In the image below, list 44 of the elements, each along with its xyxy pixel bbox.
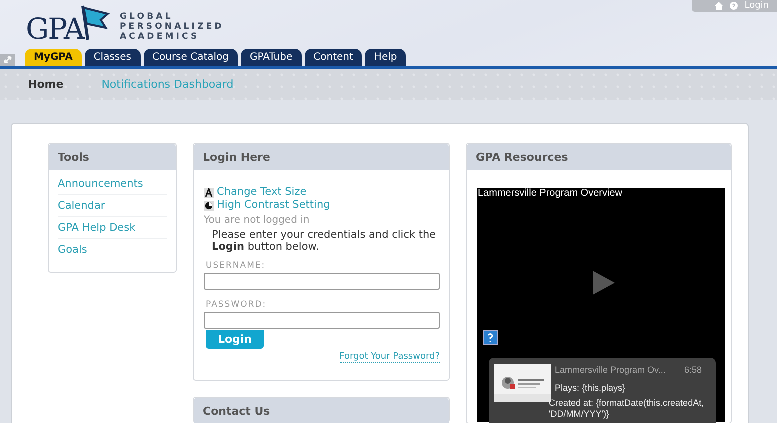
login-button[interactable]: Login — [206, 330, 264, 349]
home-icon[interactable] — [714, 2, 723, 10]
video-card[interactable]: Lammersville Program Ov... 6:58 Plays: {this.plays} Created at: {formatDate(this.createdAt, 'DD/MM/YYY')} — [489, 358, 716, 423]
video-player[interactable]: Lammersville Program Overview Lammersville Program Ov... 6:58 Plays: {this.plays} Created at: {formatDate(this.createdAt, 'DD/MM/YYY')} — [477, 188, 725, 422]
logo-tagline: GLOBAL — [120, 12, 174, 22]
text-size-icon — [204, 188, 214, 198]
nav-tab[interactable]: Classes — [84, 49, 140, 66]
nav-tab[interactable]: MyGPA — [25, 49, 82, 66]
help-icon[interactable] — [483, 330, 498, 345]
accessibility-link[interactable]: Change Text Size — [217, 186, 307, 199]
nav-tab[interactable]: Help — [365, 49, 406, 66]
tool-link[interactable]: GPA Help Desk — [58, 217, 167, 239]
nav-tab[interactable]: GPATube — [241, 49, 302, 66]
tool-link[interactable]: Calendar — [58, 195, 167, 217]
nav-tab[interactable]: Content — [304, 49, 362, 66]
login-status: You are not logged in — [204, 215, 311, 226]
accessibility-link[interactable]: High Contrast Setting — [217, 199, 330, 212]
logo-text: GPA — [26, 14, 84, 44]
contrast-icon — [204, 200, 214, 210]
created-date: Created at: {formatDate(this.createdAt, 'DD/MM/YYY')} — [549, 398, 706, 420]
video-title: Lammersville Program Overview — [478, 188, 622, 199]
panel-title: Contact Us — [194, 398, 449, 423]
help-icon[interactable] — [730, 2, 738, 10]
link-icon[interactable] — [0, 54, 15, 66]
field-label: USERNAME: — [206, 261, 267, 271]
nav-tab[interactable]: Course Catalog — [144, 49, 238, 66]
panel-title: GPA Resources — [467, 144, 731, 170]
video-duration: 6:58 — [684, 365, 702, 375]
play-icon[interactable] — [592, 270, 616, 296]
logo-tagline: PERSONALIZED — [120, 22, 224, 32]
forgot-password-link[interactable]: Forgot Your Password? — [340, 352, 440, 363]
video-card-title: Lammersville Program Ov... — [555, 365, 666, 375]
username-field[interactable] — [204, 273, 440, 290]
password-field[interactable] — [204, 312, 440, 329]
logo-tagline: ACADEMICS — [120, 32, 201, 42]
subnav-link[interactable]: Notifications Dashboard — [102, 78, 234, 91]
tool-link[interactable]: Goals — [58, 239, 167, 260]
subnav-link[interactable]: Home — [28, 78, 64, 91]
panel-title: Tools — [49, 144, 176, 170]
panel-title: Login Here — [194, 144, 449, 170]
play-count: Plays: {this.plays} — [555, 383, 626, 393]
tool-link[interactable]: Announcements — [58, 173, 167, 195]
login-instructions: Please enter your credentials and click the Login button below. — [212, 229, 438, 253]
field-label: PASSWORD: — [206, 300, 268, 310]
